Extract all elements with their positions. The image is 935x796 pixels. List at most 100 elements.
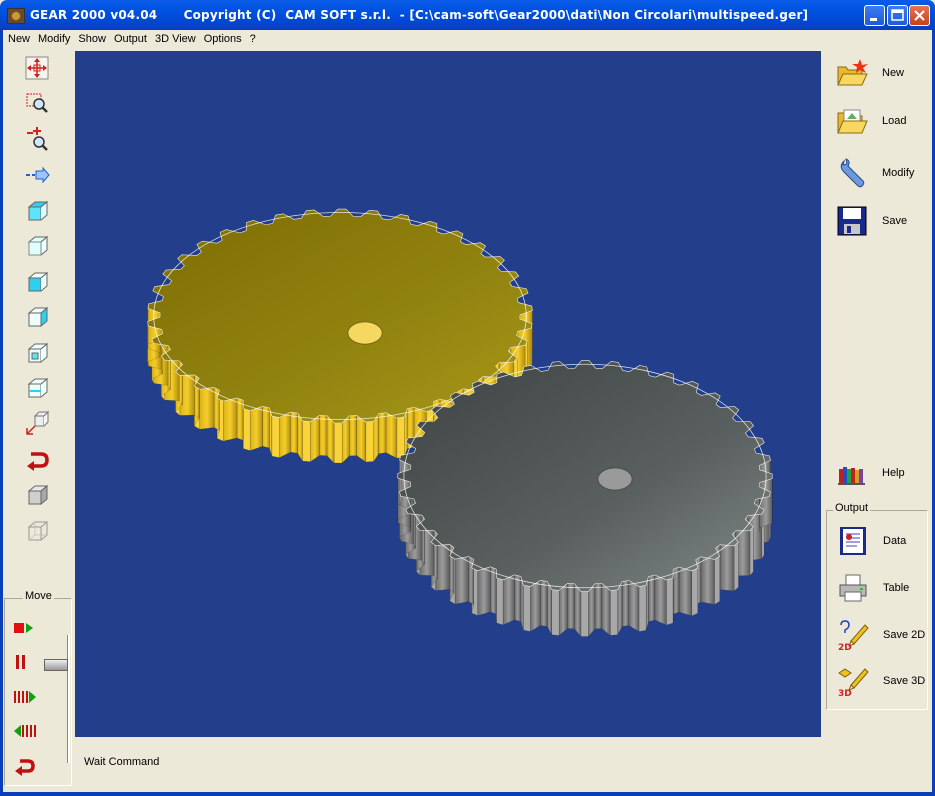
gear-tooth-face [654,574,667,626]
view-iso-icon[interactable] [23,339,51,367]
help-label: Help [882,467,905,479]
save-label: Save [882,215,908,227]
gear-tooth-face [297,412,303,462]
slider-thumb[interactable] [44,659,68,671]
view-top-icon[interactable] [23,197,51,225]
step-back-icon[interactable] [12,722,38,743]
gear-tooth-face [666,577,674,626]
menu-new[interactable]: New [4,30,34,45]
gear-tooth-face [628,580,640,633]
books-icon [838,467,865,485]
gear-tooth-face [678,566,693,617]
save-3d-button[interactable]: 3D Save 3D [827,661,927,701]
gear-tooth-face [279,411,291,458]
window-title: GEAR 2000 v04.04 Copyright (C) CAM SOFT … [30,8,809,22]
rotate-axes-icon[interactable] [23,408,51,436]
gear-tooth-face [749,525,754,577]
gear-tooth-face [271,415,280,458]
gear-tooth-face [672,566,680,615]
gears-scene [147,208,773,638]
gear-tooth-face [638,584,647,632]
table-button[interactable]: Table [827,568,927,608]
gear-tooth-face [714,555,720,605]
gear-tooth-face [326,415,335,464]
gear-tooth-face [719,544,735,592]
gear-tooth-face [319,415,328,457]
zoom-window-icon[interactable] [23,89,51,117]
new-label: New [882,67,905,79]
close-button[interactable] [909,5,930,26]
rewind-icon[interactable] [12,755,38,780]
gear-bore [347,321,383,345]
wireframe-box-icon[interactable] [23,517,51,545]
window-frame-bottom [0,792,935,796]
gear-tooth-face [523,584,531,632]
pan-icon[interactable] [23,54,51,82]
view-back-icon[interactable] [23,374,51,402]
gear-tooth-face [365,421,374,463]
load-label: Load [882,115,907,127]
zoom-in-out-icon[interactable] [23,124,51,152]
gear-tooth-face [373,412,380,463]
pencil-3d-icon: 3D [838,668,869,697]
gear-tooth-face [700,556,715,605]
move-panel: Move [4,590,72,786]
gear-tooth-face [290,411,298,454]
gear-tooth-face [691,567,698,617]
gear-tooth-face [530,580,541,632]
menu-show[interactable]: Show [74,30,110,45]
new-button[interactable]: New [826,53,931,93]
redraw-arrow-icon[interactable] [23,161,51,189]
menu-output[interactable]: Output [110,30,151,45]
step-forward-icon[interactable] [12,688,38,709]
play-icon[interactable] [12,619,38,640]
gear-tooth-face [610,589,618,636]
data-document-icon [840,527,866,555]
save-2d-label: Save 2D [883,629,926,641]
help-button[interactable]: Help [826,453,931,493]
load-button[interactable]: Load [826,101,931,141]
speed-slider[interactable] [40,635,70,765]
gear-top-face [397,360,773,592]
data-label: Data [883,535,907,547]
floppy-disk-icon [837,206,867,236]
gear-tooth-face [558,582,568,636]
gear-tooth-face [378,412,387,454]
undo-icon[interactable] [23,445,51,473]
gear-bore [597,467,633,491]
gear-tooth-face [588,583,596,638]
data-button[interactable]: Data [827,521,927,561]
gear-tooth-face [514,574,522,622]
gear-tooth-face [385,412,398,459]
maximize-button[interactable] [887,5,908,26]
menu-options[interactable]: Options [200,30,246,45]
title-bar: GEAR 2000 v04.04 Copyright (C) CAM SOFT … [0,0,935,30]
gear-tooth-face [341,415,350,464]
view-right-icon[interactable] [23,303,51,331]
3d-viewport[interactable] [75,51,821,737]
gear-tooth-face [540,580,548,627]
gear-tooth-face [580,591,589,637]
save-3d-label: Save 3D [883,675,926,687]
shaded-box-icon[interactable] [23,481,51,509]
gear-tooth-face [648,574,656,622]
gear-tooth-face [477,566,491,617]
save-button[interactable]: Save [826,201,931,241]
menu-help[interactable]: ? [246,30,260,45]
gear-tooth-face [399,455,401,506]
gear-tooth-face [601,582,611,637]
modify-button[interactable]: Modify [826,153,931,193]
pause-icon[interactable] [12,653,38,674]
gear-tooth-face [594,583,603,630]
gear-tooth-face [199,387,215,430]
view-front-icon[interactable] [23,232,51,260]
gear-tooth-face [551,589,560,636]
menu-modify[interactable]: Modify [34,30,74,45]
menu-3d-view[interactable]: 3D View [151,30,200,45]
save-2d-badge: 2D [838,643,852,651]
gear-tooth-face [454,556,469,605]
app-icon[interactable] [7,8,25,24]
save-2d-button[interactable]: 2D Save 2D [827,615,927,655]
view-left-icon[interactable] [23,268,51,296]
minimize-button[interactable] [864,5,885,26]
